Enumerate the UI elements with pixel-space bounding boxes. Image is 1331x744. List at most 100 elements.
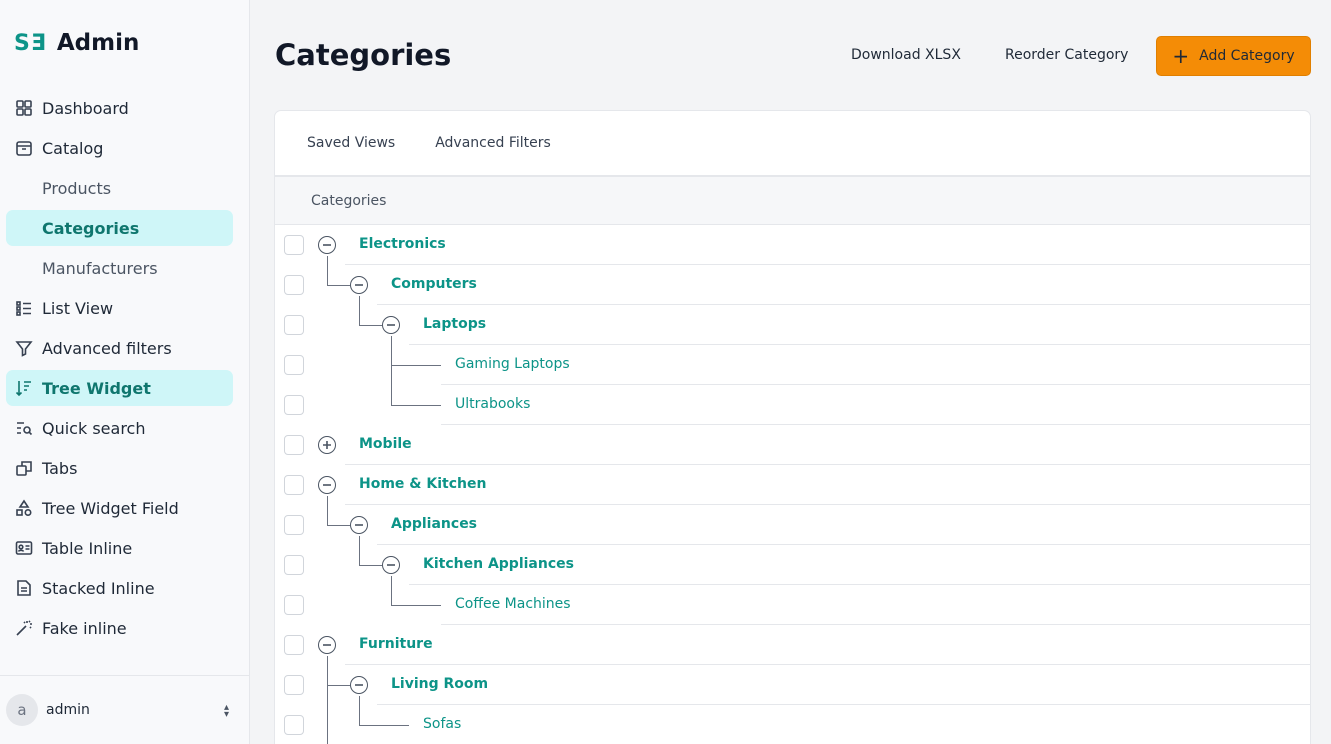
category-link[interactable]: Gaming Laptops <box>455 356 570 372</box>
sidebar-item-products[interactable]: Products <box>6 170 233 206</box>
sidebar-item-manufacturers[interactable]: Manufacturers <box>6 250 233 286</box>
add-category-button[interactable]: + Add Category <box>1156 36 1311 76</box>
category-link[interactable]: Coffee Machines <box>455 596 571 612</box>
column-header[interactable]: Categories <box>275 177 1310 225</box>
tab-advanced-filters[interactable]: Advanced Filters <box>435 135 551 151</box>
collapse-icon[interactable] <box>382 556 400 574</box>
sidebar-item-tree-widget[interactable]: Tree Widget <box>6 370 233 406</box>
page-title: Categories <box>275 38 452 72</box>
box-icon <box>14 138 34 158</box>
search-list-icon <box>14 418 34 438</box>
add-category-label: Add Category <box>1199 48 1295 64</box>
row-checkbox[interactable] <box>284 635 304 655</box>
category-link[interactable]: Kitchen Appliances <box>423 556 574 572</box>
table-row[interactable]: Home & Kitchen <box>275 465 1310 505</box>
category-link[interactable]: Mobile <box>359 436 412 452</box>
collapse-icon[interactable] <box>318 236 336 254</box>
column-header-label: Categories <box>311 192 387 209</box>
category-link[interactable]: Laptops <box>423 316 486 332</box>
table-row[interactable]: Living Room <box>275 665 1310 705</box>
sidebar-item-label: Tree Widget <box>42 378 151 398</box>
user-menu[interactable]: a admin ▴ ▾ <box>0 675 249 744</box>
category-link[interactable]: Computers <box>391 276 477 292</box>
category-link[interactable]: Ultrabooks <box>455 396 530 412</box>
tree-connector-line <box>391 576 392 605</box>
category-link[interactable]: Appliances <box>391 516 477 532</box>
sidebar-item-label: Advanced filters <box>42 338 172 358</box>
sidebar-item-catalog[interactable]: Catalog <box>6 130 233 166</box>
sidebar-item-fake-inline[interactable]: Fake inline <box>6 610 233 646</box>
table-row[interactable]: Kitchen Appliances <box>275 545 1310 585</box>
sidebar-item-tabs[interactable]: Tabs <box>6 450 233 486</box>
table-row[interactable]: Mobile <box>275 425 1310 465</box>
sort-icon <box>14 378 34 398</box>
chevron-up-down-icon[interactable]: ▴ ▾ <box>224 703 229 720</box>
tree-connector-line <box>327 256 328 285</box>
sidebar-item-categories[interactable]: Categories <box>6 210 233 246</box>
collapse-icon[interactable] <box>318 636 336 654</box>
row-checkbox[interactable] <box>284 475 304 495</box>
row-checkbox[interactable] <box>284 595 304 615</box>
user-name: admin <box>46 702 90 718</box>
sidebar-item-list-view[interactable]: List View <box>6 290 233 326</box>
table-row[interactable]: Appliances <box>275 505 1310 545</box>
tree-connector-line <box>359 725 409 726</box>
category-link[interactable]: Furniture <box>359 636 433 652</box>
row-checkbox[interactable] <box>284 675 304 695</box>
sidebar-item-advanced-filters[interactable]: Advanced filters <box>6 330 233 366</box>
tree-connector-line <box>327 285 350 286</box>
row-checkbox[interactable] <box>284 315 304 335</box>
sidebar-item-table-inline[interactable]: Table Inline <box>6 530 233 566</box>
table-row[interactable]: Laptops <box>275 305 1310 345</box>
sidebar-item-stacked-inline[interactable]: Stacked Inline <box>6 570 233 606</box>
table-row[interactable]: Electronics <box>275 225 1310 265</box>
list-icon <box>14 298 34 318</box>
tree-connector-line <box>359 296 360 325</box>
tab-saved-views[interactable]: Saved Views <box>307 135 395 151</box>
reorder-category-button[interactable]: Reorder Category <box>1005 47 1128 63</box>
tree-connector-line <box>391 365 441 366</box>
categories-panel: Saved Views Advanced Filters Categories … <box>274 110 1311 744</box>
grid-icon <box>14 98 34 118</box>
tree-connector-line <box>327 496 328 525</box>
table-row[interactable]: Sofas <box>275 705 1310 744</box>
sidebar-item-label: Manufacturers <box>42 258 158 278</box>
sidebar-item-label: Table Inline <box>42 538 133 558</box>
document-icon <box>14 578 34 598</box>
category-link[interactable]: Electronics <box>359 236 446 252</box>
row-checkbox[interactable] <box>284 355 304 375</box>
tree-connector-line <box>391 605 441 606</box>
sidebar-item-label: List View <box>42 298 114 318</box>
sidebar-item-label: Dashboard <box>42 98 129 118</box>
collapse-icon[interactable] <box>382 316 400 334</box>
sidebar-item-dashboard[interactable]: Dashboard <box>6 90 233 126</box>
row-checkbox[interactable] <box>284 715 304 735</box>
app-logo[interactable]: SƎ Admin <box>14 30 139 56</box>
download-xlsx-button[interactable]: Download XLSX <box>851 47 961 63</box>
table-row[interactable]: Furniture <box>275 625 1310 665</box>
sidebar-item-label: Categories <box>42 218 140 238</box>
sidebar-item-label: Quick search <box>42 418 146 438</box>
category-link[interactable]: Living Room <box>391 676 488 692</box>
sidebar-item-quick-search[interactable]: Quick search <box>6 410 233 446</box>
row-checkbox[interactable] <box>284 435 304 455</box>
row-checkbox[interactable] <box>284 275 304 295</box>
logo-mark: SƎ <box>14 30 47 56</box>
sidebar-item-tree-widget-field[interactable]: Tree Widget Field <box>6 490 233 526</box>
row-checkbox[interactable] <box>284 555 304 575</box>
row-checkbox[interactable] <box>284 395 304 415</box>
tabs-icon <box>14 458 34 478</box>
row-checkbox[interactable] <box>284 235 304 255</box>
collapse-icon[interactable] <box>350 676 368 694</box>
filter-icon <box>14 338 34 358</box>
collapse-icon[interactable] <box>350 516 368 534</box>
tree-connector-line <box>359 536 360 565</box>
collapse-icon[interactable] <box>318 476 336 494</box>
category-link[interactable]: Sofas <box>423 716 461 732</box>
row-checkbox[interactable] <box>284 515 304 535</box>
expand-icon[interactable] <box>318 436 336 454</box>
table-row[interactable]: Computers <box>275 265 1310 305</box>
shapes-icon <box>14 498 34 518</box>
category-link[interactable]: Home & Kitchen <box>359 476 486 492</box>
collapse-icon[interactable] <box>350 276 368 294</box>
